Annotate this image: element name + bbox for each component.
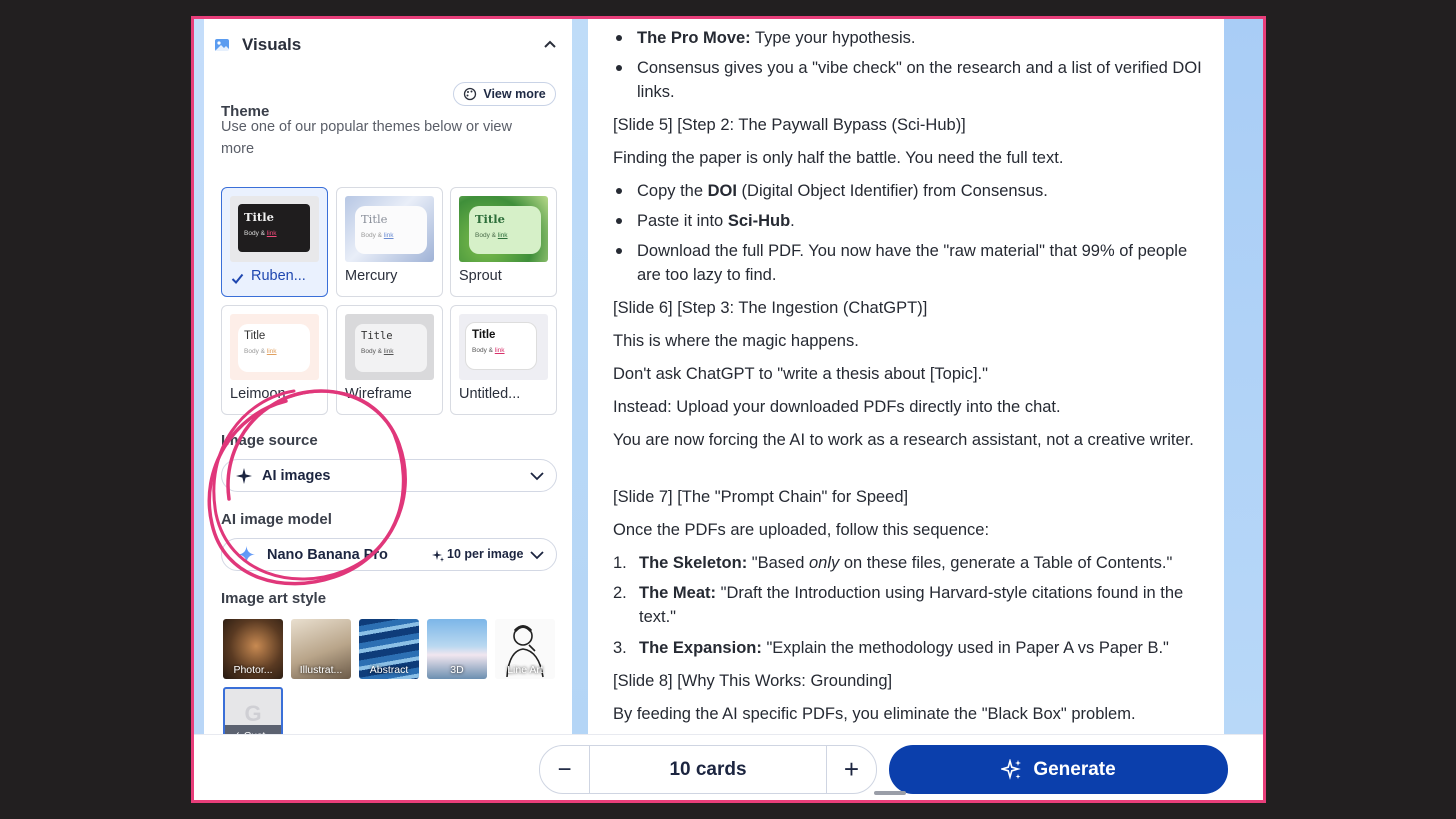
card-count-value[interactable]: 10 cards	[590, 746, 826, 793]
gemini-sparkle-icon	[238, 546, 255, 563]
chevron-up-icon[interactable]	[542, 37, 558, 53]
list-number: 2.	[613, 584, 627, 602]
theme-card-ruben[interactable]: Title Body & link Ruben...	[221, 187, 328, 297]
numbered-item: The Expansion: "Explain the methodology …	[639, 639, 1169, 657]
increment-button[interactable]: +	[826, 746, 876, 793]
art-style-label-text: Illustrat...	[299, 664, 343, 676]
list-number: 1.	[613, 554, 627, 572]
bottom-toolbar: − 10 cards + Generate	[194, 734, 1263, 800]
app-window: Visuals Theme View more Use one of our p…	[194, 19, 1263, 800]
check-icon	[231, 273, 244, 284]
palette-icon	[464, 87, 477, 101]
slide-heading: [Slide 6] [Step 3: The Ingestion (ChatGP…	[613, 299, 928, 317]
ai-model-dropdown[interactable]: Nano Banana Pro 10 per image	[221, 538, 557, 571]
section-title: Visuals	[242, 35, 302, 54]
settings-panel: Visuals Theme View more Use one of our p…	[204, 19, 572, 734]
paragraph: Instead: Upload your downloaded PDFs dir…	[613, 398, 1061, 416]
card-count-stepper[interactable]: − 10 cards +	[539, 745, 877, 794]
paragraph: This is where the magic happens.	[613, 332, 859, 350]
art-style-custom[interactable]: G ✓ Cust...	[223, 687, 283, 734]
generate-label: Generate	[1033, 758, 1116, 780]
paragraph: By feeding the AI specific PDFs, you eli…	[613, 705, 1136, 723]
theme-help-text: Use one of our popular themes below or v…	[221, 119, 512, 157]
ai-model-cost: 10 per image	[447, 547, 524, 561]
art-style-label: Image art style	[221, 590, 327, 607]
theme-preview-card: Title Body & link	[355, 324, 427, 372]
theme-thumbnail: Title Body & link	[459, 314, 548, 380]
art-style-label-text: Line Art	[507, 664, 543, 676]
theme-preview-card: Title Body & link	[355, 206, 427, 254]
sparkle-icon	[236, 467, 252, 484]
theme-name: Sprout	[459, 268, 502, 284]
theme-thumbnail: Title Body & link	[230, 314, 319, 380]
theme-preview-card: Title Body & link	[469, 206, 541, 254]
list-item: Consensus gives you a "vibe check" on th…	[637, 59, 1202, 101]
ai-model-label: AI image model	[221, 511, 332, 528]
image-icon	[215, 39, 229, 51]
art-style-photorealistic[interactable]: Photor...	[223, 619, 283, 679]
theme-name: Wireframe	[345, 386, 412, 402]
theme-preview-card: Title Body & link	[465, 322, 537, 370]
theme-card-sprout[interactable]: Title Body & link Sprout	[450, 187, 557, 297]
art-style-label-text: 3D	[450, 664, 464, 676]
numbered-item: The Skeleton: "Based only on these files…	[639, 554, 1173, 572]
art-style-abstract[interactable]: Abstract	[359, 619, 419, 679]
view-more-label: View more	[483, 87, 546, 101]
theme-thumbnail: Title Body & link	[230, 196, 319, 262]
list-item: The Pro Move: Type your hypothesis.	[637, 29, 916, 47]
visuals-section-header[interactable]: Visuals	[214, 33, 562, 57]
credits-sparkle-icon	[432, 550, 444, 562]
theme-card-wireframe[interactable]: Title Body & link Wireframe	[336, 305, 443, 415]
paragraph: Once the PDFs are uploaded, follow this …	[613, 521, 990, 539]
theme-name: Untitled...	[459, 386, 521, 402]
image-source-label: Image source	[221, 432, 318, 449]
panel-divider[interactable]	[572, 19, 588, 734]
list-number: 3.	[613, 639, 627, 657]
paragraph: Don't ask ChatGPT to "write a thesis abo…	[613, 365, 988, 383]
left-edge	[194, 19, 204, 734]
theme-card-mercury[interactable]: Title Body & link Mercury	[336, 187, 443, 297]
ai-model-value: Nano Banana Pro	[267, 546, 388, 563]
theme-name: Ruben...	[251, 268, 306, 284]
chevron-down-icon	[530, 472, 544, 481]
theme-card-untitled[interactable]: Title Body & link Untitled...	[450, 305, 557, 415]
list-item: Paste it into Sci-Hub.	[637, 212, 795, 230]
custom-style-letter: G	[244, 701, 262, 726]
list-item: Copy the DOI (Digital Object Identifier)…	[637, 182, 1048, 200]
theme-name: Leimoon	[230, 386, 286, 402]
slide-heading: [Slide 8] [Why This Works: Grounding]	[613, 672, 893, 690]
theme-card-leimoon[interactable]: Title Body & link Leimoon	[221, 305, 328, 415]
slide-heading: [Slide 5] [Step 2: The Paywall Bypass (S…	[613, 116, 966, 134]
theme-preview-card: Title Body & link	[238, 324, 310, 372]
slide-heading: [Slide 7] [The "Prompt Chain" for Speed]	[613, 488, 909, 506]
art-style-3d[interactable]: 3D	[427, 619, 487, 679]
art-style-label-text: Photor...	[233, 664, 273, 676]
paragraph: Finding the paper is only half the battl…	[613, 149, 1064, 167]
view-more-button[interactable]: View more	[453, 82, 556, 106]
numbered-item: The Meat: "Draft the Introduction using …	[639, 584, 1184, 626]
image-source-dropdown[interactable]: AI images	[221, 459, 557, 492]
paragraph: You are now forcing the AI to work as a …	[613, 431, 1194, 449]
screenshot-frame: Visuals Theme View more Use one of our p…	[191, 16, 1266, 803]
art-style-illustration[interactable]: Illustrat...	[291, 619, 351, 679]
theme-thumbnail: Title Body & link	[345, 196, 434, 262]
theme-preview-card: Title Body & link	[238, 204, 310, 252]
art-style-line-art[interactable]: Line Art	[495, 619, 555, 679]
theme-thumbnail: Title Body & link	[345, 314, 434, 380]
right-edge	[1224, 19, 1263, 734]
document-editor[interactable]: The Pro Move: Type your hypothesis. Cons…	[588, 19, 1224, 734]
art-style-label-text: Abstract	[369, 664, 409, 676]
resize-handle[interactable]	[874, 791, 906, 795]
sparkles-icon	[1001, 758, 1022, 780]
decrement-button[interactable]: −	[540, 746, 590, 793]
generate-button[interactable]: Generate	[889, 745, 1228, 794]
chevron-down-icon	[530, 551, 544, 560]
image-source-value: AI images	[262, 467, 331, 484]
theme-thumbnail: Title Body & link	[459, 196, 548, 262]
list-item: Download the full PDF. You now have the …	[637, 242, 1188, 284]
theme-name: Mercury	[345, 268, 398, 284]
